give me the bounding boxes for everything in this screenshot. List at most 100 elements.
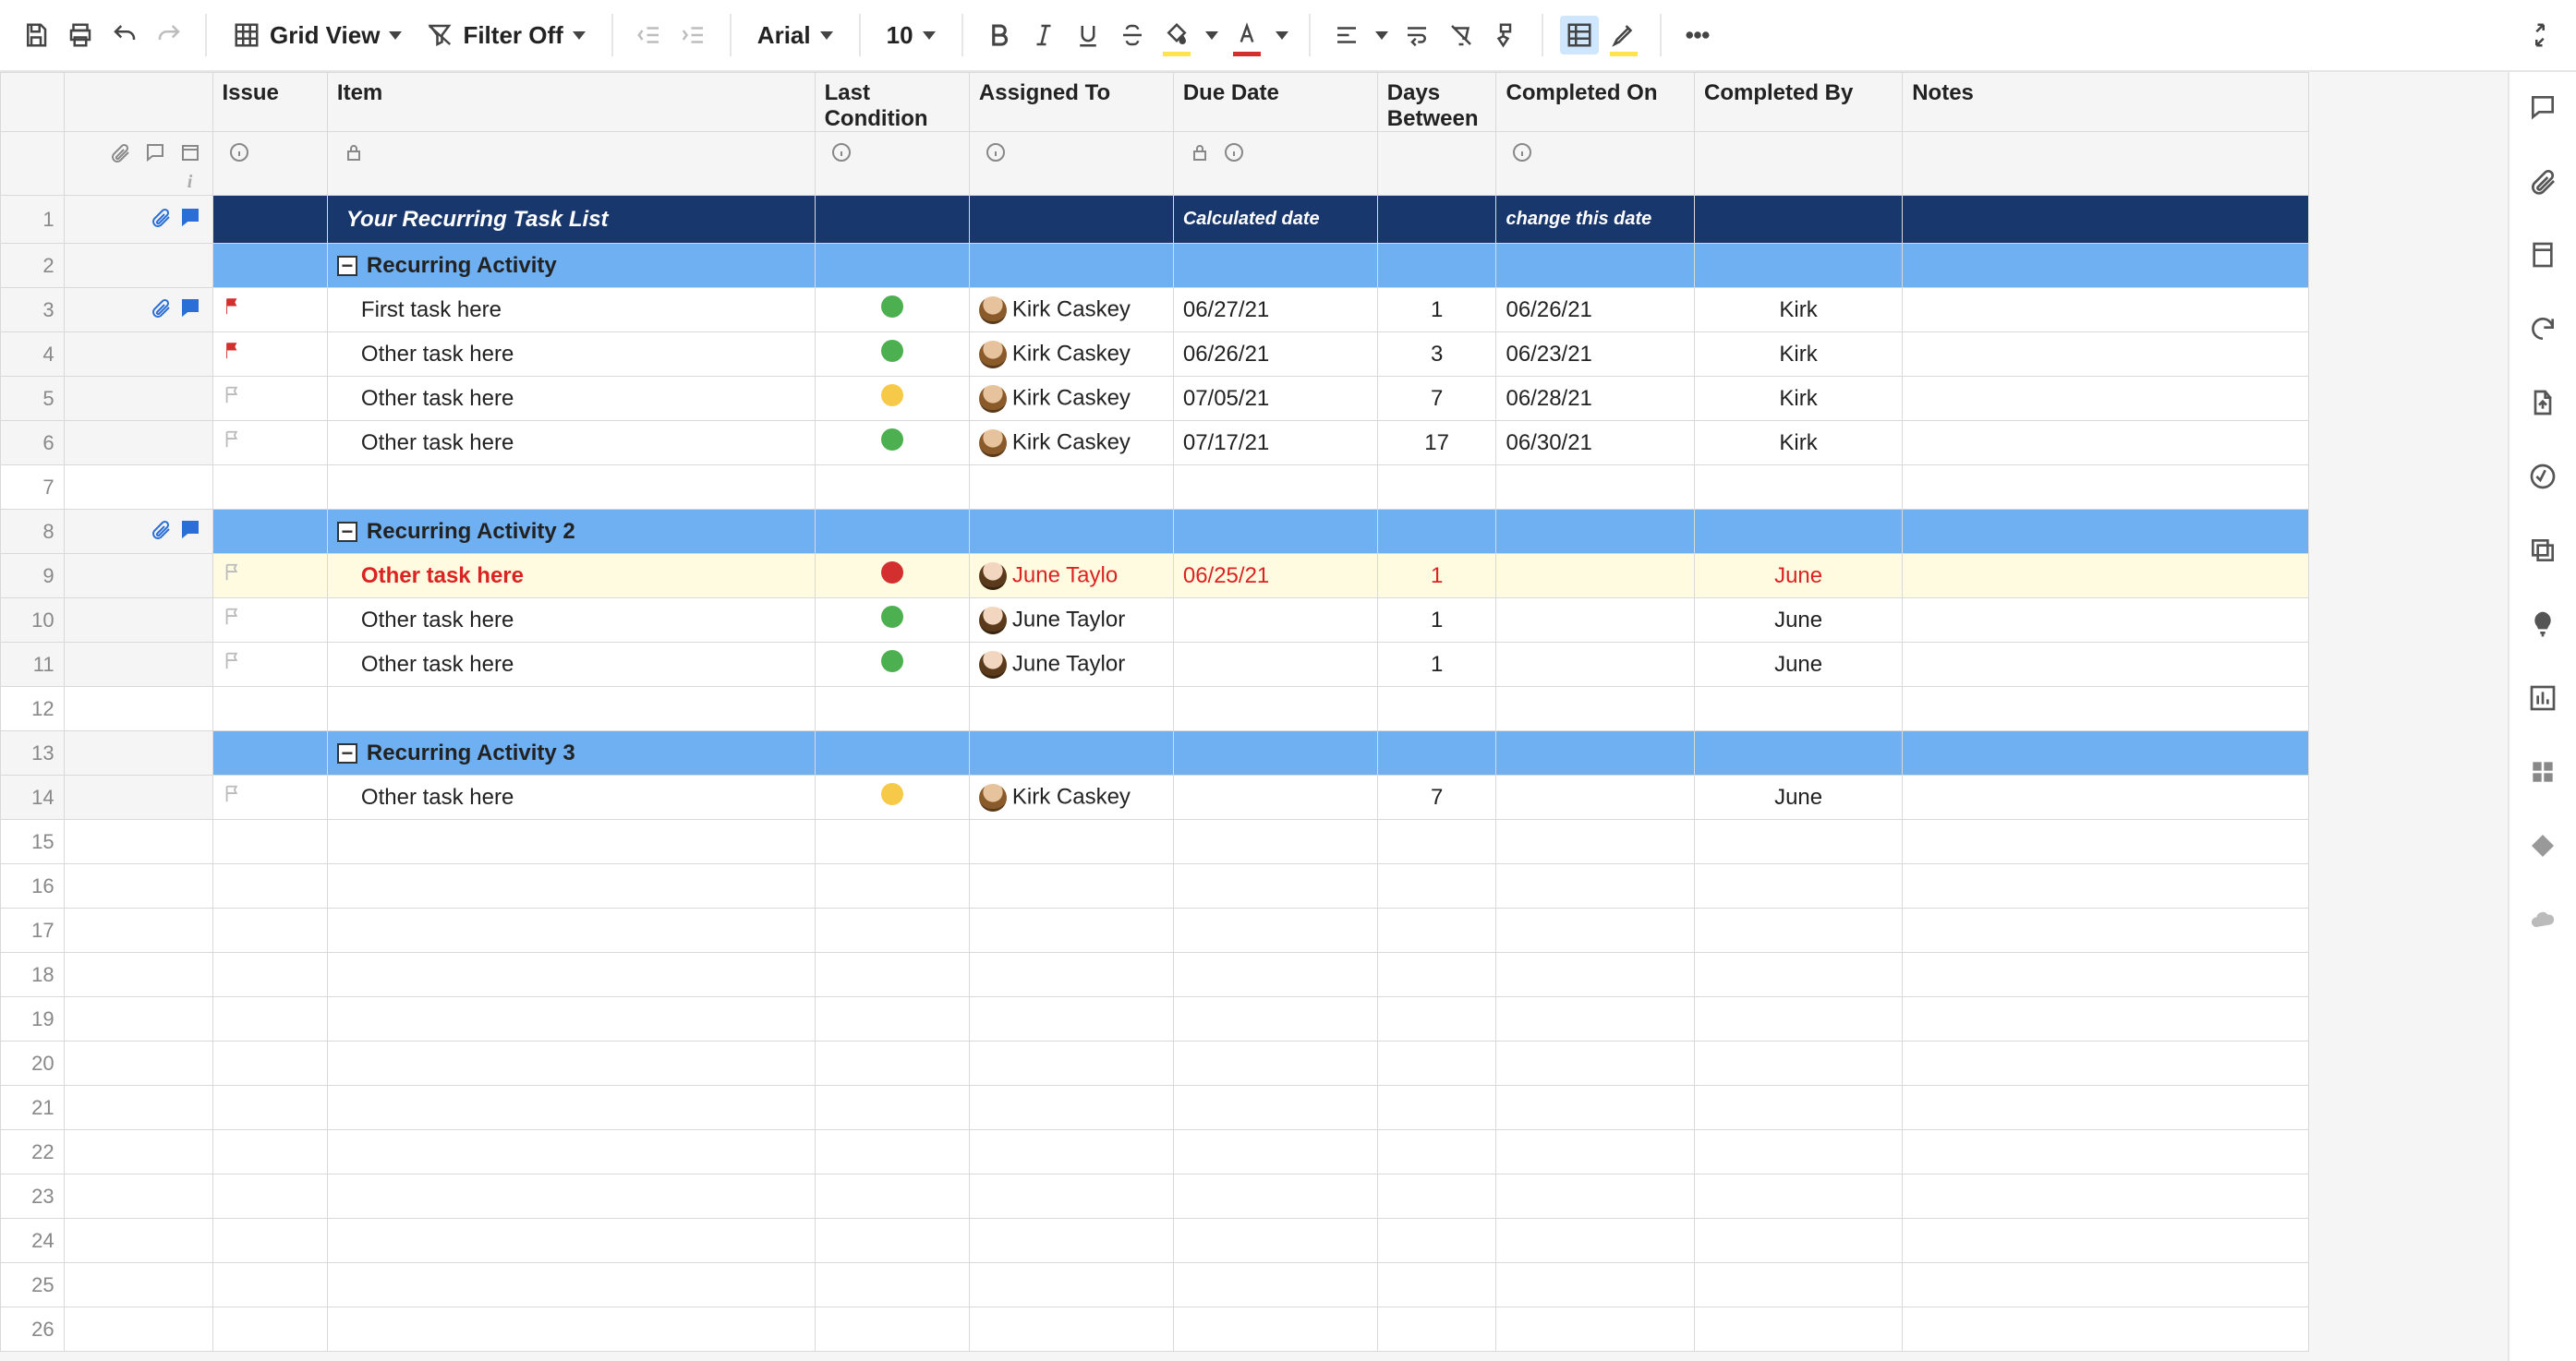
row-number[interactable]: 26 [1, 1307, 65, 1352]
cell[interactable] [969, 510, 1173, 554]
completed-on-cell[interactable]: 06/30/21 [1496, 421, 1695, 465]
column-header-assigned-to[interactable]: Assigned To [969, 73, 1173, 132]
completed-on-cell[interactable] [1496, 776, 1695, 820]
completed-by-cell[interactable]: June [1694, 554, 1902, 598]
row-number[interactable]: 25 [1, 1263, 65, 1307]
row-number[interactable]: 7 [1, 465, 65, 510]
cell[interactable] [212, 1086, 327, 1130]
cell[interactable] [1694, 1219, 1902, 1263]
status-dot-icon[interactable] [881, 295, 903, 318]
row-number[interactable]: 21 [1, 1086, 65, 1130]
row-number[interactable]: 1 [1, 196, 65, 244]
row-indicators[interactable] [64, 687, 212, 731]
cell[interactable] [1173, 244, 1377, 288]
cell[interactable] [1173, 1086, 1377, 1130]
row-number[interactable]: 23 [1, 1174, 65, 1219]
flag-icon[interactable] [223, 783, 243, 812]
row-indicators[interactable] [64, 288, 212, 332]
row-number[interactable]: 19 [1, 997, 65, 1042]
undo-button[interactable] [105, 16, 144, 54]
cell[interactable] [969, 465, 1173, 510]
cell[interactable] [1496, 1042, 1695, 1086]
due-date-cell[interactable]: 06/27/21 [1173, 288, 1377, 332]
cell[interactable] [212, 465, 327, 510]
cell[interactable] [1377, 1219, 1496, 1263]
cell[interactable] [327, 687, 815, 731]
cell[interactable] [327, 820, 815, 864]
cell[interactable] [1694, 731, 1902, 776]
cell[interactable] [969, 997, 1173, 1042]
cell[interactable] [1694, 820, 1902, 864]
cell[interactable] [1496, 244, 1695, 288]
cell[interactable] [212, 510, 327, 554]
completed-by-cell[interactable]: Kirk [1694, 332, 1902, 377]
completed-on-cell[interactable] [1496, 643, 1695, 687]
row-indicators[interactable] [64, 332, 212, 377]
row-number[interactable]: 4 [1, 332, 65, 377]
assignee-cell[interactable]: Kirk Caskey [969, 332, 1173, 377]
cell[interactable] [212, 731, 327, 776]
cell[interactable] [1903, 953, 2309, 997]
item-cell[interactable]: Other task here [327, 554, 815, 598]
cell[interactable] [1496, 1219, 1695, 1263]
cell[interactable] [1694, 1086, 1902, 1130]
comment-icon[interactable] [177, 295, 203, 320]
comment-icon[interactable] [177, 204, 203, 230]
notes-cell[interactable] [1903, 643, 2309, 687]
row-indicators[interactable] [64, 598, 212, 643]
outdent-button[interactable] [630, 16, 669, 54]
italic-button[interactable] [1024, 16, 1063, 54]
chevron-down-icon[interactable] [1375, 31, 1388, 40]
issue-cell[interactable] [212, 332, 327, 377]
cell[interactable] [1377, 820, 1496, 864]
cell[interactable] [815, 510, 969, 554]
collapse-toolbar-button[interactable] [2521, 16, 2559, 54]
cell[interactable] [1903, 1130, 2309, 1174]
cell[interactable] [1377, 1174, 1496, 1219]
cell[interactable] [969, 244, 1173, 288]
issue-cell[interactable] [212, 288, 327, 332]
cell[interactable] [212, 909, 327, 953]
due-date-cell[interactable] [1173, 643, 1377, 687]
status-dot-icon[interactable] [881, 384, 903, 406]
flag-icon[interactable] [223, 340, 243, 368]
cell[interactable] [212, 687, 327, 731]
completed-by-cell[interactable]: Kirk [1694, 421, 1902, 465]
filter-button[interactable]: Filter Off [417, 16, 594, 54]
cell[interactable] [1694, 244, 1902, 288]
cell[interactable] [1903, 1219, 2309, 1263]
cell[interactable] [1694, 1174, 1902, 1219]
cell[interactable] [327, 1086, 815, 1130]
cell[interactable] [1903, 997, 2309, 1042]
cell[interactable] [1903, 465, 2309, 510]
days-between-cell[interactable]: 1 [1377, 288, 1496, 332]
condition-cell[interactable] [815, 421, 969, 465]
row-indicators[interactable] [64, 820, 212, 864]
row-number[interactable]: 22 [1, 1130, 65, 1174]
row-number[interactable]: 8 [1, 510, 65, 554]
condition-cell[interactable] [815, 643, 969, 687]
cell[interactable] [212, 1130, 327, 1174]
cell[interactable] [1496, 1174, 1695, 1219]
comment-icon[interactable] [177, 516, 203, 542]
item-cell[interactable]: Other task here [327, 332, 815, 377]
cell[interactable] [1496, 909, 1695, 953]
days-between-cell[interactable]: 17 [1377, 421, 1496, 465]
status-dot-icon[interactable] [881, 783, 903, 805]
cell[interactable] [327, 1174, 815, 1219]
completed-by-cell[interactable]: Kirk [1694, 288, 1902, 332]
cell[interactable] [1173, 820, 1377, 864]
cell[interactable] [1173, 465, 1377, 510]
due-date-cell[interactable]: 06/25/21 [1173, 554, 1377, 598]
cell[interactable] [1903, 1086, 2309, 1130]
cell[interactable] [212, 1263, 327, 1307]
collapse-toggle[interactable]: − [337, 256, 357, 276]
title-cell[interactable]: Your Recurring Task List [327, 196, 815, 244]
activity-log-button[interactable] [2524, 458, 2561, 495]
cell[interactable] [1903, 864, 2309, 909]
row-indicators[interactable] [64, 1263, 212, 1307]
conditional-format-button[interactable] [1560, 16, 1599, 54]
completed-on-cell[interactable]: 06/23/21 [1496, 332, 1695, 377]
cell[interactable] [969, 820, 1173, 864]
cell[interactable] [1173, 909, 1377, 953]
